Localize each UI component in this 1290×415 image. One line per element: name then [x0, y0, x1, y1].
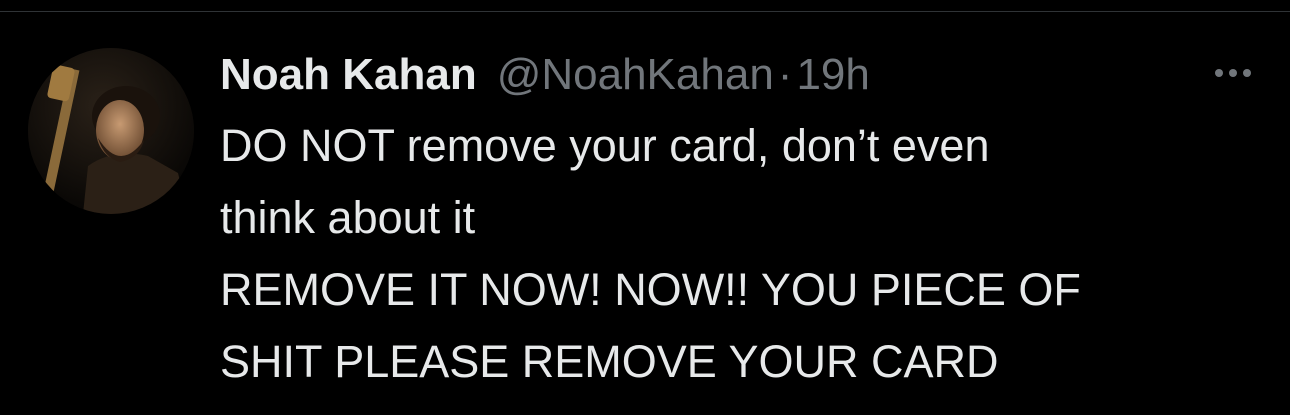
more-horizontal-icon [1212, 69, 1254, 77]
author-display-name[interactable]: Noah Kahan [220, 46, 477, 104]
author-handle[interactable]: @NoahKahan [497, 46, 774, 104]
tweet-header: Noah Kahan @NoahKahan · 19h [220, 46, 1260, 104]
avatar-image [28, 48, 194, 214]
top-divider [0, 11, 1290, 12]
tweet-text: DO NOT remove your card, don’t even thin… [220, 110, 1260, 398]
avatar[interactable] [28, 48, 194, 214]
more-options-button[interactable] [1208, 58, 1258, 88]
tweet-text-line: DO NOT remove your card, don’t even [220, 120, 990, 171]
tweet-text-line: SHIT PLEASE REMOVE YOUR CARD [220, 336, 999, 387]
tweet-text-line: think about it [220, 192, 476, 243]
tweet-body: Noah Kahan @NoahKahan · 19h DO NOT remov… [220, 46, 1260, 398]
header-separator: · [777, 50, 793, 99]
tweet-text-line: REMOVE IT NOW! NOW!! YOU PIECE OF [220, 264, 1081, 315]
tweet-timestamp[interactable]: 19h [796, 46, 869, 104]
